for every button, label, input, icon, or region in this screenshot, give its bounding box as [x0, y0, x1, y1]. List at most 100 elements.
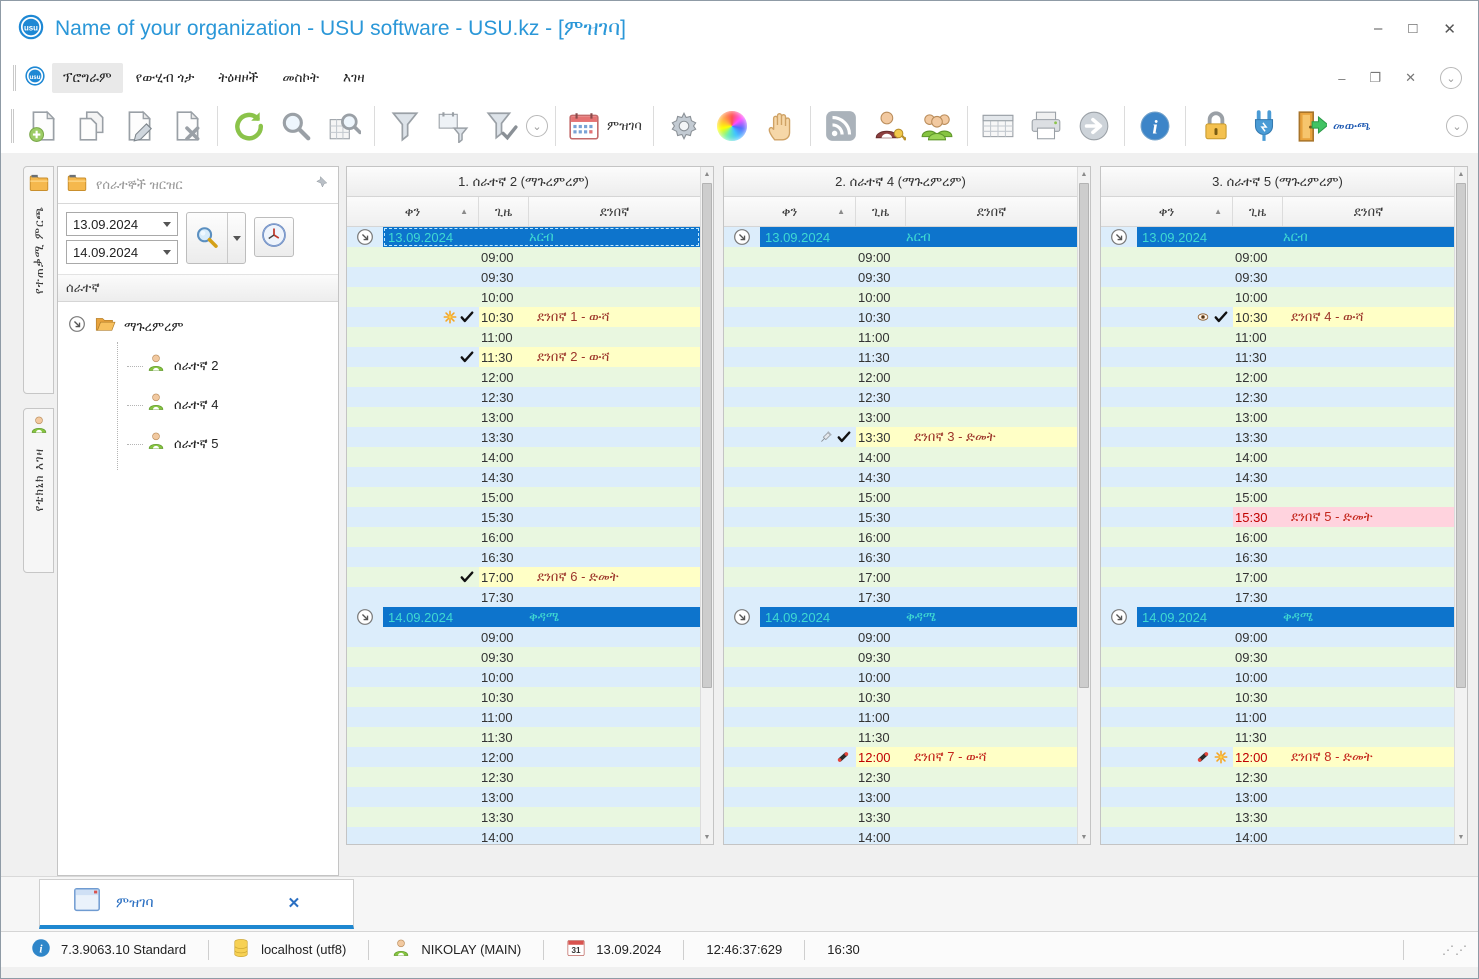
- expand-icon[interactable]: [724, 227, 760, 247]
- info-button[interactable]: i: [1132, 102, 1178, 150]
- time-slot-row[interactable]: 17:00: [724, 567, 1077, 587]
- client-cell[interactable]: [906, 807, 1077, 827]
- client-cell[interactable]: [906, 387, 1077, 407]
- client-cell[interactable]: [906, 647, 1077, 667]
- column-header-day[interactable]: ቀን ▲: [1101, 197, 1233, 226]
- vertical-scrollbar[interactable]: ▲ ▼: [1454, 167, 1467, 844]
- time-slot-row[interactable]: 09:30: [347, 647, 700, 667]
- gear-button[interactable]: [661, 102, 707, 150]
- time-slot-row[interactable]: 16:00: [1101, 527, 1454, 547]
- time-slot-row[interactable]: 09:30: [1101, 647, 1454, 667]
- client-cell[interactable]: [906, 667, 1077, 687]
- client-cell[interactable]: [529, 467, 700, 487]
- filter-button[interactable]: [382, 102, 428, 150]
- time-slot-row[interactable]: 15:30 ደንበኛ 5 - ድመት: [1101, 507, 1454, 527]
- client-cell[interactable]: [906, 407, 1077, 427]
- time-slot-row[interactable]: 13:00: [724, 787, 1077, 807]
- time-slot-row[interactable]: 10:00: [724, 287, 1077, 307]
- time-slot-row[interactable]: 13:00: [724, 407, 1077, 427]
- time-slot-row[interactable]: 12:30: [1101, 767, 1454, 787]
- time-slot-row[interactable]: 11:30: [1101, 727, 1454, 747]
- vertical-scrollbar[interactable]: ▲ ▼: [1077, 167, 1090, 844]
- export-arrow-button[interactable]: [1071, 102, 1117, 150]
- client-cell[interactable]: [1283, 567, 1454, 587]
- search-split-button[interactable]: [186, 212, 246, 264]
- time-slot-row[interactable]: 17:30: [347, 587, 700, 607]
- client-cell[interactable]: [1283, 267, 1454, 287]
- client-cell[interactable]: [906, 767, 1077, 787]
- column-header-day[interactable]: ቀን ▲: [347, 197, 479, 226]
- client-cell[interactable]: [529, 687, 700, 707]
- client-cell[interactable]: [906, 247, 1077, 267]
- client-cell[interactable]: [1283, 827, 1454, 844]
- appointment-client-label[interactable]: ደንበኛ 6 - ድመት: [529, 567, 700, 587]
- date-from-combobox[interactable]: 13.09.2024: [66, 212, 178, 236]
- time-slot-row[interactable]: 13:00: [347, 407, 700, 427]
- time-slot-row[interactable]: 13:30: [347, 427, 700, 447]
- time-slot-row[interactable]: 09:00: [1101, 627, 1454, 647]
- tree-column-header[interactable]: ሰራተኛ: [58, 275, 338, 302]
- toolbar-overflow-button[interactable]: ⌄: [1446, 115, 1468, 137]
- client-cell[interactable]: [529, 667, 700, 687]
- column-header-client[interactable]: ደንበኛ: [906, 197, 1077, 226]
- client-cell[interactable]: [1283, 587, 1454, 607]
- time-slot-row[interactable]: 12:00: [347, 747, 700, 767]
- client-cell[interactable]: [1283, 387, 1454, 407]
- copy-document-button[interactable]: [68, 102, 114, 150]
- client-cell[interactable]: [1283, 647, 1454, 667]
- client-cell[interactable]: [1283, 247, 1454, 267]
- appointment-client-label[interactable]: ደንበኛ 3 - ድመት: [906, 427, 1077, 447]
- time-slot-row[interactable]: 12:30: [724, 767, 1077, 787]
- tab-close-icon[interactable]: ✕: [288, 894, 301, 912]
- client-cell[interactable]: [529, 707, 700, 727]
- time-slot-row[interactable]: 14:30: [1101, 467, 1454, 487]
- client-cell[interactable]: [906, 827, 1077, 844]
- time-slot-row[interactable]: 10:30 ደንበኛ 1 - ውሻ: [347, 307, 700, 327]
- time-slot-row[interactable]: 09:30: [1101, 267, 1454, 287]
- rss-button[interactable]: [818, 102, 864, 150]
- mdi-close-button[interactable]: ✕: [1405, 70, 1416, 86]
- client-cell[interactable]: [529, 747, 700, 767]
- delete-document-button[interactable]: [164, 102, 210, 150]
- time-slot-row[interactable]: 11:00: [347, 707, 700, 727]
- time-slot-row[interactable]: 09:00: [724, 247, 1077, 267]
- scrollbar-thumb[interactable]: [1079, 183, 1089, 688]
- client-cell[interactable]: [1283, 707, 1454, 727]
- time-slot-row[interactable]: 09:30: [347, 267, 700, 287]
- client-cell[interactable]: [1283, 627, 1454, 647]
- search-table-button[interactable]: [321, 102, 367, 150]
- client-cell[interactable]: [906, 487, 1077, 507]
- filter-check-button[interactable]: [478, 102, 524, 150]
- appointment-client-label[interactable]: ደንበኛ 2 - ውሻ: [529, 347, 700, 367]
- client-cell[interactable]: [906, 467, 1077, 487]
- client-cell[interactable]: [1283, 687, 1454, 707]
- scrollbar-thumb[interactable]: [702, 183, 712, 688]
- time-slot-row[interactable]: 10:30: [724, 307, 1077, 327]
- add-document-button[interactable]: [20, 102, 66, 150]
- time-slot-row[interactable]: 09:00: [347, 247, 700, 267]
- scrollbar-thumb[interactable]: [1456, 183, 1466, 688]
- time-slot-row[interactable]: 12:00: [347, 367, 700, 387]
- edit-document-button[interactable]: [116, 102, 162, 150]
- time-slot-row[interactable]: 17:00: [1101, 567, 1454, 587]
- client-cell[interactable]: [1283, 467, 1454, 487]
- time-slot-row[interactable]: 09:00: [1101, 247, 1454, 267]
- time-slot-row[interactable]: 11:00: [724, 327, 1077, 347]
- refresh-button[interactable]: [225, 102, 271, 150]
- time-slot-row[interactable]: 12:30: [347, 387, 700, 407]
- scroll-up-icon[interactable]: ▲: [1455, 167, 1467, 181]
- time-slot-row[interactable]: 12:00 ደንበኛ 8 - ድመት: [1101, 747, 1454, 767]
- time-slot-row[interactable]: 13:30: [1101, 807, 1454, 827]
- hand-button[interactable]: [757, 102, 803, 150]
- time-slot-row[interactable]: 13:30: [1101, 427, 1454, 447]
- client-cell[interactable]: [529, 827, 700, 844]
- client-cell[interactable]: [1283, 727, 1454, 747]
- client-cell[interactable]: [1283, 367, 1454, 387]
- date-to-combobox[interactable]: 14.09.2024: [66, 240, 178, 264]
- client-cell[interactable]: [529, 527, 700, 547]
- time-slot-row[interactable]: 10:30: [724, 687, 1077, 707]
- client-cell[interactable]: [529, 767, 700, 787]
- client-cell[interactable]: [1283, 547, 1454, 567]
- client-cell[interactable]: [1283, 287, 1454, 307]
- scroll-down-icon[interactable]: ▼: [1455, 830, 1467, 844]
